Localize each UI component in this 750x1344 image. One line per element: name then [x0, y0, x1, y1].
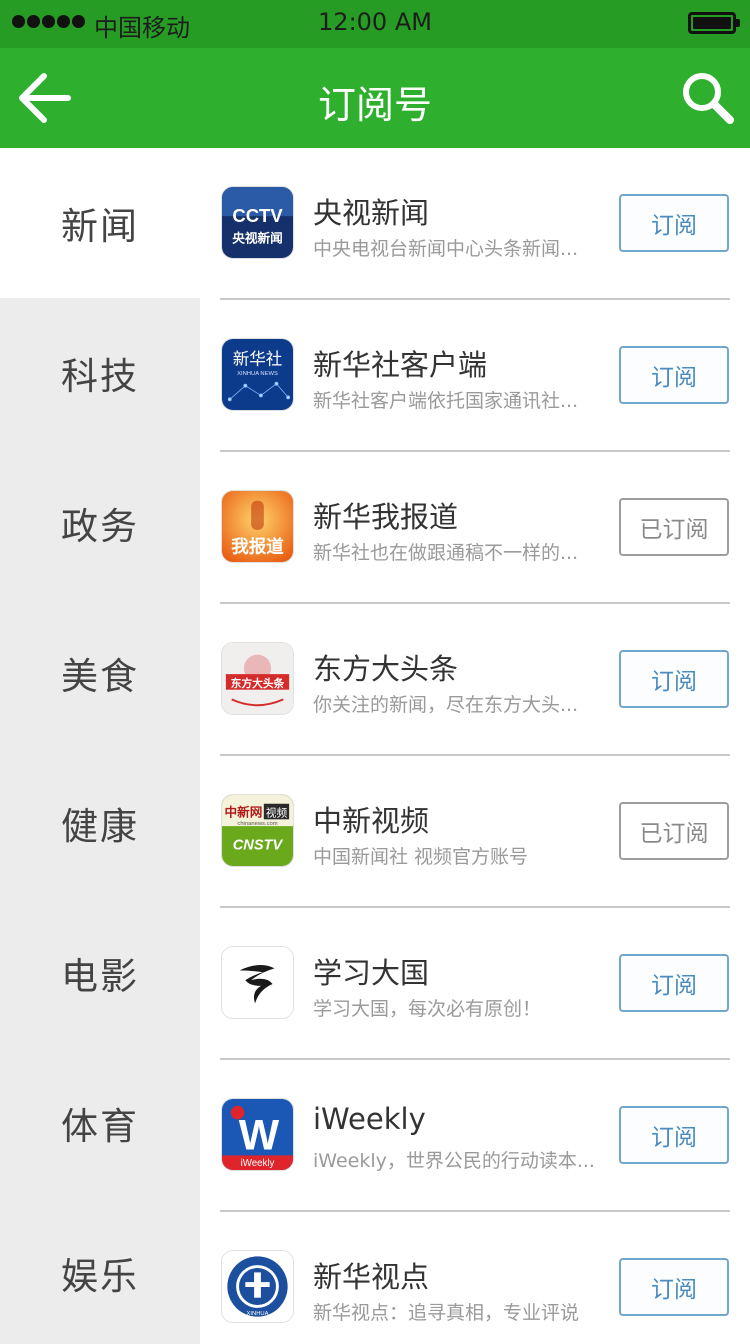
svg-text:XINHUA NEWS: XINHUA NEWS: [237, 371, 278, 377]
xinhua-wo-baodao-logo: 我报道: [221, 490, 294, 563]
svg-text:W: W: [239, 1112, 280, 1160]
nav-bar: 订阅号: [0, 48, 750, 148]
xinhua-shidian-logo: XINHUA: [221, 1250, 294, 1323]
list-item[interactable]: XINHUA 新华视点 新华视点：追寻真相，专业评说 订阅: [200, 1212, 750, 1344]
svg-text:中新网: 中新网: [224, 804, 262, 819]
svg-text:新华社: 新华社: [233, 349, 283, 368]
svg-text:CNSTV: CNSTV: [233, 837, 284, 853]
subscribe-button[interactable]: 订阅: [619, 194, 729, 252]
account-description: 新华社也在做跟通稿不一样的...: [313, 542, 579, 564]
search-button[interactable]: [680, 70, 736, 126]
sidebar-item-news[interactable]: 新闻: [0, 148, 200, 298]
status-time: 12:00 AM: [318, 8, 432, 36]
iweekly-logo: W iWeekly: [221, 1098, 294, 1171]
svg-text:XINHUA: XINHUA: [246, 1311, 268, 1317]
cnstv-logo: 中新网 视频 chinanews.com CNSTV: [221, 794, 294, 867]
account-name: 新华视点: [313, 1260, 430, 1294]
list-item[interactable]: 学习大国 学习大国，每次必有原创！ 订阅: [200, 908, 750, 1060]
battery-icon: [688, 12, 740, 34]
svg-text:iWeekly: iWeekly: [241, 1158, 275, 1169]
sidebar-item-tech[interactable]: 科技: [0, 298, 200, 448]
account-name: 央视新闻: [313, 196, 430, 230]
sidebar-item-sports[interactable]: 体育: [0, 1048, 200, 1198]
xuexi-daguo-logo: [221, 946, 294, 1019]
svg-text:央视新闻: 央视新闻: [232, 230, 283, 245]
svg-text:chinanews.com: chinanews.com: [237, 821, 277, 827]
sidebar-item-government[interactable]: 政务: [0, 448, 200, 598]
account-list: CCTV 央视新闻 央视新闻 中央电视台新闻中心头条新闻... 订阅 新华社 X…: [200, 148, 750, 1344]
svg-text:东方大头条: 东方大头条: [231, 677, 285, 690]
dongfang-toutiao-logo: 东方大头条: [221, 642, 294, 715]
list-item[interactable]: 新华社 XINHUA NEWS 新华社客户端 新华社客户端依托国家通讯社... …: [200, 300, 750, 452]
sidebar-item-movies[interactable]: 电影: [0, 898, 200, 1048]
account-name: 新华我报道: [313, 500, 459, 534]
sidebar-item-food[interactable]: 美食: [0, 598, 200, 748]
account-description: 学习大国，每次必有原创！: [313, 998, 542, 1020]
subscribed-button[interactable]: 已订阅: [619, 802, 729, 860]
list-item[interactable]: CCTV 央视新闻 央视新闻 中央电视台新闻中心头条新闻... 订阅: [200, 148, 750, 300]
account-description: 新华社客户端依托国家通讯社...: [313, 390, 579, 412]
account-name: 中新视频: [313, 804, 430, 838]
subscribe-button[interactable]: 订阅: [619, 650, 729, 708]
subscribe-button[interactable]: 订阅: [619, 346, 729, 404]
subscribed-button[interactable]: 已订阅: [619, 498, 729, 556]
list-item[interactable]: 我报道 新华我报道 新华社也在做跟通稿不一样的... 已订阅: [200, 452, 750, 604]
svg-text:视频: 视频: [266, 806, 288, 819]
account-description: iWeekly，世界公民的行动读本...: [313, 1150, 595, 1172]
svg-text:CCTV: CCTV: [232, 205, 283, 226]
subscribe-button[interactable]: 订阅: [619, 954, 729, 1012]
account-name: iWeekly: [313, 1102, 426, 1136]
account-description: 中央电视台新闻中心头条新闻...: [313, 238, 579, 260]
account-description: 中国新闻社 视频官方账号: [313, 846, 529, 868]
cctv-news-logo: CCTV 央视新闻: [221, 186, 294, 259]
svg-text:我报道: 我报道: [231, 536, 284, 557]
account-description: 你关注的新闻，尽在东方大头...: [313, 694, 579, 716]
subscribe-button[interactable]: 订阅: [619, 1258, 729, 1316]
list-item[interactable]: 中新网 视频 chinanews.com CNSTV 中新视频 中国新闻社 视频…: [200, 756, 750, 908]
sidebar-item-health[interactable]: 健康: [0, 748, 200, 898]
status-bar: 中国移动 12:00 AM: [0, 0, 750, 48]
account-description: 新华视点：追寻真相，专业评说: [313, 1302, 580, 1324]
search-icon: [683, 73, 734, 124]
list-item[interactable]: W iWeekly iWeekly iWeekly，世界公民的行动读本... 订…: [200, 1060, 750, 1212]
category-sidebar: 新闻 科技 政务 美食 健康 电影 体育 娱乐: [0, 148, 200, 1344]
account-name: 新华社客户端: [313, 348, 488, 382]
account-name: 东方大头条: [313, 652, 459, 686]
xinhua-news-logo: 新华社 XINHUA NEWS: [221, 338, 294, 411]
list-item[interactable]: 东方大头条 东方大头条 你关注的新闻，尽在东方大头... 订阅: [200, 604, 750, 756]
account-name: 学习大国: [313, 956, 430, 990]
page-title: 订阅号: [317, 83, 432, 127]
subscribe-button[interactable]: 订阅: [619, 1106, 729, 1164]
sidebar-item-entertainment[interactable]: 娱乐: [0, 1198, 200, 1344]
